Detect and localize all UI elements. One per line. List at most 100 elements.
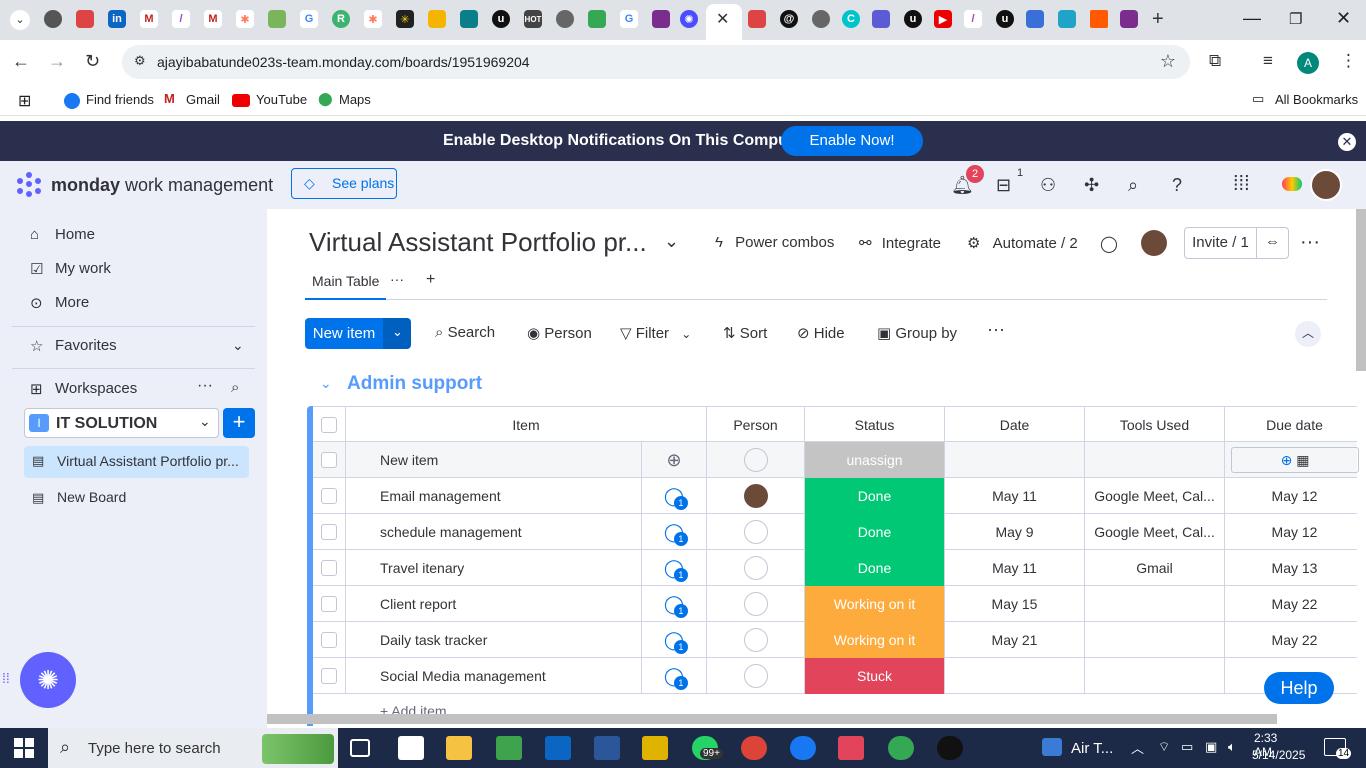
row-checkbox[interactable] xyxy=(321,560,337,576)
hubspot-icon[interactable]: ✱ xyxy=(364,10,382,28)
tab-favicon-21[interactable]: ✺ xyxy=(680,10,698,28)
item-updates-cell[interactable]: ◯ 1 xyxy=(641,478,706,514)
window-close-icon[interactable]: ✕ xyxy=(1336,8,1351,29)
empty-person-icon[interactable] xyxy=(744,448,768,472)
table-row[interactable]: Travel itenary ◯ 1 Done May 11 Gmail May 13 xyxy=(313,550,1357,586)
facebook-icon[interactable] xyxy=(790,736,816,760)
assignee-avatar[interactable] xyxy=(744,484,768,508)
select-all-checkbox[interactable] xyxy=(321,417,337,433)
restore-icon[interactable]: ❐ xyxy=(1289,10,1302,28)
bookmark-gmail[interactable]: Gmail xyxy=(186,92,220,107)
clock-date[interactable]: 5/14/2025 xyxy=(1252,748,1305,762)
new-item-row[interactable]: New item ⊕ unassign ⊕ ▦ xyxy=(313,442,1359,478)
due-date-cell[interactable]: May 12 xyxy=(1224,478,1364,514)
column-header-tools[interactable]: Tools Used xyxy=(1084,407,1224,443)
site-info-icon[interactable]: ⚙ xyxy=(134,53,146,69)
upwork-icon[interactable] xyxy=(937,736,963,760)
google-icon[interactable]: G xyxy=(620,10,638,28)
gmail-icon[interactable]: M xyxy=(204,10,222,28)
person-cell[interactable] xyxy=(706,514,804,550)
person-cell[interactable] xyxy=(706,442,804,478)
person-cell[interactable] xyxy=(706,658,804,694)
column-header-item[interactable]: Item xyxy=(345,407,706,443)
user-avatar[interactable] xyxy=(1310,169,1342,201)
sidebar-board-active[interactable]: ▤ Virtual Assistant Portfolio pr... xyxy=(24,446,249,478)
upwork-icon[interactable]: u xyxy=(904,10,922,28)
person-cell[interactable] xyxy=(706,586,804,622)
canva-icon[interactable]: C xyxy=(842,10,860,28)
tools-cell[interactable] xyxy=(1084,586,1224,622)
linkedin-icon[interactable] xyxy=(545,736,571,760)
active-tab[interactable]: ✕ xyxy=(706,4,742,40)
tab-favicon-31[interactable] xyxy=(1026,10,1044,28)
upwork-icon[interactable]: u xyxy=(492,10,510,28)
add-date-control[interactable]: ⊕ ▦ xyxy=(1231,447,1359,473)
tab-main-table[interactable]: Main Table xyxy=(305,269,387,300)
power-combos-button[interactable]: ϟ Power combos xyxy=(715,234,834,251)
gmail-icon[interactable]: M xyxy=(140,10,158,28)
item-updates-cell[interactable]: ◯ 1 xyxy=(641,622,706,658)
chrome-menu-icon[interactable]: ⋮ xyxy=(1340,51,1357,71)
bookmark-star-icon[interactable]: ☆ xyxy=(1160,51,1176,72)
tab-favicon-14[interactable] xyxy=(460,10,478,28)
board-menu-icon[interactable]: ··· xyxy=(1300,231,1320,254)
chrome-icon[interactable] xyxy=(741,736,767,760)
workspace-selector[interactable]: I IT SOLUTION ⌄ xyxy=(24,408,219,438)
integrate-button[interactable]: ⚯ Integrate xyxy=(859,234,941,252)
extensions-icon[interactable]: ⧉ xyxy=(1209,51,1221,71)
tab-favicon-33[interactable] xyxy=(1090,10,1108,28)
youtube-icon[interactable]: ▶ xyxy=(934,10,952,28)
tab-favicon-1[interactable] xyxy=(44,10,62,28)
workspace-search-icon[interactable]: ⌕ xyxy=(231,379,239,396)
column-header-date[interactable]: Date xyxy=(944,407,1084,443)
see-plans-button[interactable]: ◇ See plans xyxy=(291,168,397,199)
item-name[interactable]: schedule management xyxy=(345,514,641,550)
tab-favicon-8[interactable] xyxy=(268,10,286,28)
tools-cell[interactable]: Gmail xyxy=(1084,550,1224,586)
item-updates-cell[interactable]: ◯ 1 xyxy=(641,514,706,550)
tools-cell[interactable]: Google Meet, Cal... xyxy=(1084,478,1224,514)
updates-bubble-icon[interactable]: ◯ 1 xyxy=(664,522,688,546)
item-name[interactable]: Social Media management xyxy=(345,658,641,694)
updates-bubble-icon[interactable]: ◯ 1 xyxy=(664,630,688,654)
item-updates-cell[interactable]: ◯ 1 xyxy=(641,658,706,694)
bookmark-youtube[interactable]: YouTube xyxy=(256,92,307,107)
person-cell[interactable] xyxy=(706,478,804,514)
row-checkbox[interactable] xyxy=(321,452,337,468)
copy-link-icon[interactable]: ⇔ xyxy=(1256,227,1289,259)
product-switcher-icon[interactable]: ⁞⁞⁞ xyxy=(1233,173,1255,195)
item-name[interactable]: Email management xyxy=(345,478,641,514)
person-cell[interactable] xyxy=(706,550,804,586)
forward-icon[interactable]: → xyxy=(48,51,66,72)
filter-button[interactable]: ▽ Filter ⌄ xyxy=(620,324,691,342)
chevron-down-icon[interactable]: ⌄ xyxy=(232,337,244,354)
address-bar[interactable]: ⚙ ajayibabatunde023s-team.monday.com/boa… xyxy=(122,45,1190,79)
item-name[interactable]: New item xyxy=(345,442,641,478)
empty-person-icon[interactable] xyxy=(744,592,768,616)
status-cell[interactable]: Done xyxy=(804,478,944,514)
search-icon[interactable]: ⌕ xyxy=(1128,175,1150,197)
nav-more[interactable]: ⊙ More xyxy=(30,294,89,312)
add-board-button[interactable]: + xyxy=(223,408,255,438)
network-icon[interactable]: ▣ xyxy=(1205,739,1217,755)
apps-grid-icon[interactable]: ⊞ xyxy=(18,91,31,111)
date-cell[interactable]: May 11 xyxy=(944,478,1084,514)
item-updates-cell[interactable]: ⊕ xyxy=(641,442,706,478)
row-checkbox[interactable] xyxy=(321,524,337,540)
tab-close-icon[interactable]: ✕ xyxy=(716,9,729,29)
volume-icon[interactable]: 🔈︎ xyxy=(1228,739,1236,755)
row-checkbox[interactable] xyxy=(321,596,337,612)
column-header-status[interactable]: Status xyxy=(804,407,944,443)
tools-cell[interactable] xyxy=(1084,658,1224,694)
battery-icon[interactable]: ▭ xyxy=(1181,739,1193,755)
item-updates-cell[interactable]: ◯ 1 xyxy=(641,550,706,586)
bookmark-find-friends[interactable]: Find friends xyxy=(86,92,154,107)
empty-person-icon[interactable] xyxy=(744,664,768,688)
tab-favicon-16[interactable]: HOT xyxy=(524,10,542,28)
windows-start-icon[interactable] xyxy=(14,738,34,758)
chrome-icon[interactable] xyxy=(556,10,574,28)
ai-assistant-button[interactable]: ✺ xyxy=(20,652,76,708)
sort-button[interactable]: ⇅ Sort xyxy=(723,324,767,342)
tab-favicon-29[interactable]: / xyxy=(964,10,982,28)
search-button[interactable]: ⌕ Search xyxy=(435,324,495,341)
